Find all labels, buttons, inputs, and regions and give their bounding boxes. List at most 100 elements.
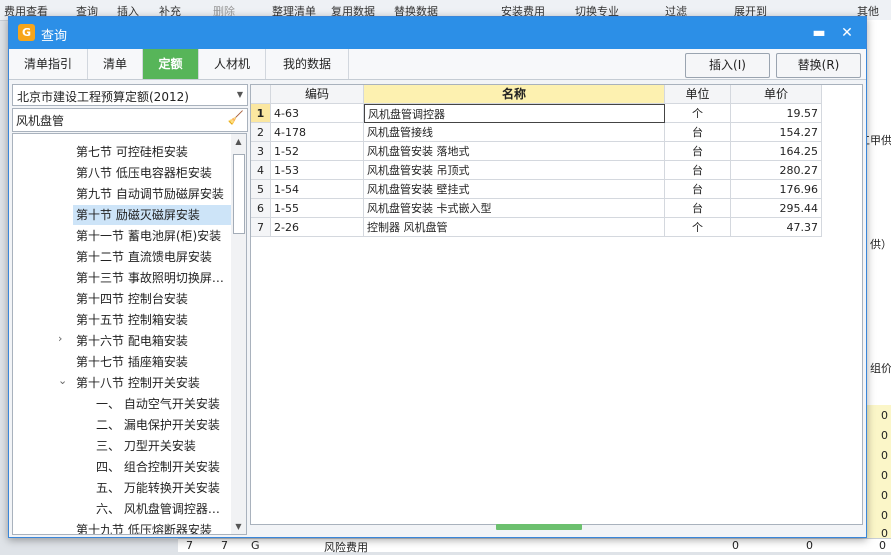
row-number[interactable]: 3 <box>251 142 271 161</box>
column-header[interactable]: 单价 <box>731 85 822 104</box>
tree-item-label: 五、 万能转换开关安装 <box>96 481 220 495</box>
row-number[interactable]: 2 <box>251 123 271 142</box>
table-cell[interactable]: 风机盘管接线 <box>364 123 665 142</box>
tree-item[interactable]: 五、 万能转换开关安装 <box>93 478 234 498</box>
table-cell[interactable]: 风机盘管调控器 <box>364 104 665 123</box>
bg-row-value: 0 <box>732 539 739 552</box>
table-cell[interactable]: 个 <box>665 218 731 237</box>
tab-quota[interactable]: 定额 <box>143 49 199 79</box>
tree-item[interactable]: 一、 自动空气开关安装 <box>93 394 234 414</box>
bg-row-index: 7 <box>186 539 193 552</box>
tree-item[interactable]: 第十一节 蓄电池屏(柜)安装 <box>73 226 234 246</box>
tab-list[interactable]: 清单 <box>88 49 143 79</box>
table-cell[interactable]: 台 <box>665 199 731 218</box>
tree-item[interactable]: 第十六节 配电箱安装 <box>73 331 234 351</box>
bg-row-name: 风险费用 <box>324 541 368 554</box>
table-cell[interactable]: 控制器 风机盘管 <box>364 218 665 237</box>
tree-item[interactable]: 六、 风机盘管调控器… <box>93 499 234 519</box>
row-number[interactable]: 4 <box>251 161 271 180</box>
tree-item-label: 第十节 励磁灭磁屏安装 <box>76 208 200 222</box>
table-cell[interactable]: 1-55 <box>271 199 364 218</box>
tab-list-guide[interactable]: 清单指引 <box>9 49 88 79</box>
table-cell[interactable]: 风机盘管安装 吊顶式 <box>364 161 665 180</box>
table-cell[interactable]: 风机盘管安装 落地式 <box>364 142 665 161</box>
table-cell[interactable]: 台 <box>665 180 731 199</box>
tree-item[interactable]: 四、 组合控制开关安装 <box>93 457 234 477</box>
table-cell[interactable]: 台 <box>665 142 731 161</box>
tree-item-label: 第九节 自动调节励磁屏安装 <box>76 187 224 201</box>
table-cell[interactable]: 4-178 <box>271 123 364 142</box>
tab-labor-material[interactable]: 人材机 <box>199 49 266 79</box>
column-header[interactable]: 编码 <box>271 85 364 104</box>
minimize-icon[interactable]: ▬ <box>809 23 829 43</box>
table-cell[interactable]: 1-52 <box>271 142 364 161</box>
tree-item-label: 第十一节 蓄电池屏(柜)安装 <box>76 229 222 243</box>
bg-row-seq: 7 <box>221 539 228 552</box>
expand-handle[interactable] <box>496 524 582 530</box>
row-number[interactable]: 1 <box>251 104 271 123</box>
app-logo-icon: G <box>18 24 35 41</box>
table-cell[interactable]: 280.27 <box>731 161 822 180</box>
table-cell[interactable]: 1-54 <box>271 180 364 199</box>
search-input[interactable]: 风机盘管 🧹 <box>12 108 248 132</box>
dialog-titlebar[interactable]: G 查询 ▬ ✕ <box>9 17 866 49</box>
tree-item[interactable]: 第十五节 控制箱安装 <box>73 310 234 330</box>
scroll-up-icon[interactable]: ▲ <box>231 134 246 149</box>
column-header[interactable]: 名称 <box>364 85 665 104</box>
table-cell[interactable]: 台 <box>665 123 731 142</box>
chapter-tree[interactable]: 第七节 可控硅柜安装第八节 低压电容器柜安装第九节 自动调节励磁屏安装 第十节 励… <box>12 133 235 535</box>
table-cell[interactable]: 风机盘管安装 卡式嵌入型 <box>364 199 665 218</box>
query-dialog: G 查询 ▬ ✕ 清单指引 清单 定额 人材机 我的数据 插入(I) 替换(R)… <box>8 16 867 538</box>
tree-item-label: 第十五节 控制箱安装 <box>76 313 188 327</box>
tree-item[interactable]: 第九节 自动调节励磁屏安装 <box>73 184 234 204</box>
tree-item[interactable]: 第十九节 低压熔断器安装 <box>73 520 234 534</box>
chevron-down-icon: ▼ <box>236 90 243 99</box>
table-cell[interactable]: 19.57 <box>731 104 822 123</box>
scroll-down-icon[interactable]: ▼ <box>231 519 246 534</box>
close-icon[interactable]: ✕ <box>837 23 857 43</box>
table-cell[interactable]: 4-63 <box>271 104 364 123</box>
row-number[interactable]: 6 <box>251 199 271 218</box>
clear-broom-icon[interactable]: 🧹 <box>227 110 245 128</box>
bg-zero: 0 <box>881 429 888 442</box>
table-cell[interactable]: 154.27 <box>731 123 822 142</box>
tree-item[interactable]: 三、 刀型开关安装 <box>93 436 234 456</box>
tree-item[interactable]: 二、 漏电保护开关安装 <box>93 415 234 435</box>
tree-item-label: 第十七节 插座箱安装 <box>76 355 188 369</box>
insert-button[interactable]: 插入(I) <box>685 53 770 78</box>
tab-my-data[interactable]: 我的数据 <box>266 49 349 79</box>
tree-item[interactable]: 第十七节 插座箱安装 <box>73 352 234 372</box>
tree-item-label: 第十二节 直流馈电屏安装 <box>76 250 212 264</box>
tree-item[interactable]: 第十八节 控制开关安装 <box>73 373 234 393</box>
tree-item[interactable]: 第八节 低压电容器柜安装 <box>73 163 234 183</box>
bg-zero: 0 <box>881 449 888 462</box>
tree-item[interactable]: 第十二节 直流馈电屏安装 <box>73 247 234 267</box>
table-cell[interactable]: 176.96 <box>731 180 822 199</box>
table-cell[interactable]: 2-26 <box>271 218 364 237</box>
quota-library-select[interactable]: 北京市建设工程预算定额(2012) ▼ <box>12 84 248 106</box>
column-header[interactable]: 单位 <box>665 85 731 104</box>
tree-item[interactable]: 第十四节 控制台安装 <box>73 289 234 309</box>
tree-item-label: 第七节 可控硅柜安装 <box>76 145 188 159</box>
bg-zero: 0 <box>881 409 888 422</box>
search-value: 风机盘管 <box>16 114 65 128</box>
chevron-right-icon[interactable]: › <box>58 332 62 345</box>
table-cell[interactable]: 164.25 <box>731 142 822 161</box>
tree-scrollbar[interactable]: ▲ ▼ <box>231 133 247 535</box>
scrollbar-thumb[interactable] <box>233 154 245 234</box>
tree-item[interactable]: 第十节 励磁灭磁屏安装 <box>73 205 234 225</box>
row-number[interactable]: 5 <box>251 180 271 199</box>
row-number[interactable]: 7 <box>251 218 271 237</box>
table-cell[interactable]: 295.44 <box>731 199 822 218</box>
table-cell[interactable]: 个 <box>665 104 731 123</box>
table-cell[interactable]: 风机盘管安装 壁挂式 <box>364 180 665 199</box>
tree-item[interactable]: 第十三节 事故照明切换屏… <box>73 268 234 288</box>
table-cell[interactable]: 1-53 <box>271 161 364 180</box>
table-cell[interactable]: 台 <box>665 161 731 180</box>
table-cell[interactable]: 47.37 <box>731 218 822 237</box>
tree-item-label: 一、 自动空气开关安装 <box>96 397 220 411</box>
chevron-down-icon[interactable]: ⌄ <box>58 374 67 387</box>
replace-button[interactable]: 替换(R) <box>776 53 861 78</box>
tree-item[interactable]: 第七节 可控硅柜安装 <box>73 142 234 162</box>
quota-grid[interactable]: 编码 名称 单位 单价 1 4-63 风机盘管调控器个 19.57 2 4-178 风机盘管接线台 1… <box>250 84 863 525</box>
